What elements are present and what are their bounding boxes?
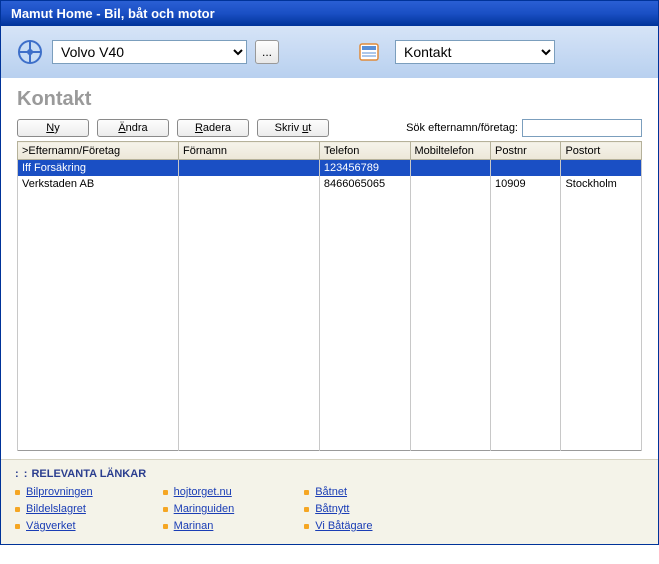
col-lastname[interactable]: >Efternamn/Företag bbox=[18, 142, 179, 160]
link[interactable]: Marinan bbox=[174, 520, 214, 532]
links-column: Bilprovningen Bildelslagret Vägverket bbox=[15, 486, 93, 532]
links-title: : : RELEVANTA LÄNKAR bbox=[15, 468, 644, 480]
bullet-icon bbox=[15, 490, 20, 495]
col-postnr[interactable]: Postnr bbox=[491, 142, 561, 160]
bullet-icon bbox=[15, 507, 20, 512]
section-dropdown[interactable]: Kontakt bbox=[395, 40, 555, 64]
toolbar: Volvo V40 ... Kontakt bbox=[1, 26, 658, 78]
link-item: Bilprovningen bbox=[15, 486, 93, 498]
cell: 8466065065 bbox=[319, 176, 410, 192]
table-row[interactable]: Verkstaden AB 8466065065 10909Stockholm bbox=[18, 176, 642, 192]
bullet-icon bbox=[304, 490, 309, 495]
link-item: Marinan bbox=[163, 520, 235, 532]
link-item: Bildelslagret bbox=[15, 503, 93, 515]
edit-button[interactable]: Ändra bbox=[97, 119, 169, 137]
wheel-icon bbox=[16, 38, 44, 66]
bullet-icon bbox=[304, 524, 309, 529]
link[interactable]: Maringuiden bbox=[174, 503, 235, 515]
link[interactable]: hojtorget.nu bbox=[174, 486, 232, 498]
contact-icon bbox=[355, 38, 383, 66]
col-postort[interactable]: Postort bbox=[561, 142, 642, 160]
print-button[interactable]: Skriv ut bbox=[257, 119, 329, 137]
cell: Iff Forsäkring bbox=[18, 160, 179, 177]
col-phone[interactable]: Telefon bbox=[319, 142, 410, 160]
table-row[interactable]: Iff Forsäkring 123456789 bbox=[18, 160, 642, 177]
action-bar: Ny Ändra Radera Skriv ut Sök efternamn/f… bbox=[17, 119, 642, 137]
col-mobile[interactable]: Mobiltelefon bbox=[410, 142, 491, 160]
links-column: Båtnet Båtnytt Vi Båtägare bbox=[304, 486, 372, 532]
cell: 123456789 bbox=[319, 160, 410, 177]
window-title: Mamut Home - Bil, båt och motor bbox=[11, 6, 215, 21]
delete-button[interactable]: Radera bbox=[177, 119, 249, 137]
cell: 10909 bbox=[491, 176, 561, 192]
cell: Verkstaden AB bbox=[18, 176, 179, 192]
content-area: Kontakt Ny Ändra Radera Skriv ut Sök eft… bbox=[1, 78, 658, 459]
bullet-icon bbox=[163, 490, 168, 495]
link-item: Båtnytt bbox=[304, 503, 372, 515]
app-window: Mamut Home - Bil, båt och motor Volvo V4… bbox=[0, 0, 659, 545]
page-title: Kontakt bbox=[17, 88, 642, 111]
col-firstname[interactable]: Förnamn bbox=[179, 142, 320, 160]
cell bbox=[179, 176, 320, 192]
link[interactable]: Båtnytt bbox=[315, 503, 349, 515]
contacts-grid[interactable]: >Efternamn/Företag Förnamn Telefon Mobil… bbox=[17, 141, 642, 451]
search-wrap: Sök efternamn/företag: bbox=[406, 119, 642, 137]
link-item: Vi Båtägare bbox=[304, 520, 372, 532]
more-button[interactable]: ... bbox=[255, 40, 279, 64]
links-columns: Bilprovningen Bildelslagret Vägverket hojto… bbox=[15, 486, 644, 532]
vehicle-dropdown[interactable]: Volvo V40 bbox=[52, 40, 247, 64]
cell bbox=[410, 160, 491, 177]
link[interactable]: Vi Båtägare bbox=[315, 520, 372, 532]
cell bbox=[179, 160, 320, 177]
links-section: : : RELEVANTA LÄNKAR Bilprovningen Bildel… bbox=[1, 459, 658, 544]
search-label: Sök efternamn/företag: bbox=[406, 122, 518, 134]
cell: Stockholm bbox=[561, 176, 642, 192]
bullet-icon bbox=[163, 507, 168, 512]
bullet-icon bbox=[163, 524, 168, 529]
link-item: hojtorget.nu bbox=[163, 486, 235, 498]
bullet-icon bbox=[15, 524, 20, 529]
cell bbox=[410, 176, 491, 192]
link[interactable]: Bilprovningen bbox=[26, 486, 93, 498]
link-item: Maringuiden bbox=[163, 503, 235, 515]
search-input[interactable] bbox=[522, 119, 642, 137]
link-item: Vägverket bbox=[15, 520, 93, 532]
links-column: hojtorget.nu Maringuiden Marinan bbox=[163, 486, 235, 532]
grid-header-row: >Efternamn/Företag Förnamn Telefon Mobil… bbox=[18, 142, 642, 160]
link[interactable]: Vägverket bbox=[26, 520, 76, 532]
filler-row bbox=[18, 192, 642, 451]
new-button[interactable]: Ny bbox=[17, 119, 89, 137]
cell bbox=[491, 160, 561, 177]
title-bar: Mamut Home - Bil, båt och motor bbox=[1, 1, 658, 26]
link[interactable]: Båtnet bbox=[315, 486, 347, 498]
bullet-icon bbox=[304, 507, 309, 512]
link[interactable]: Bildelslagret bbox=[26, 503, 86, 515]
link-item: Båtnet bbox=[304, 486, 372, 498]
cell bbox=[561, 160, 642, 177]
